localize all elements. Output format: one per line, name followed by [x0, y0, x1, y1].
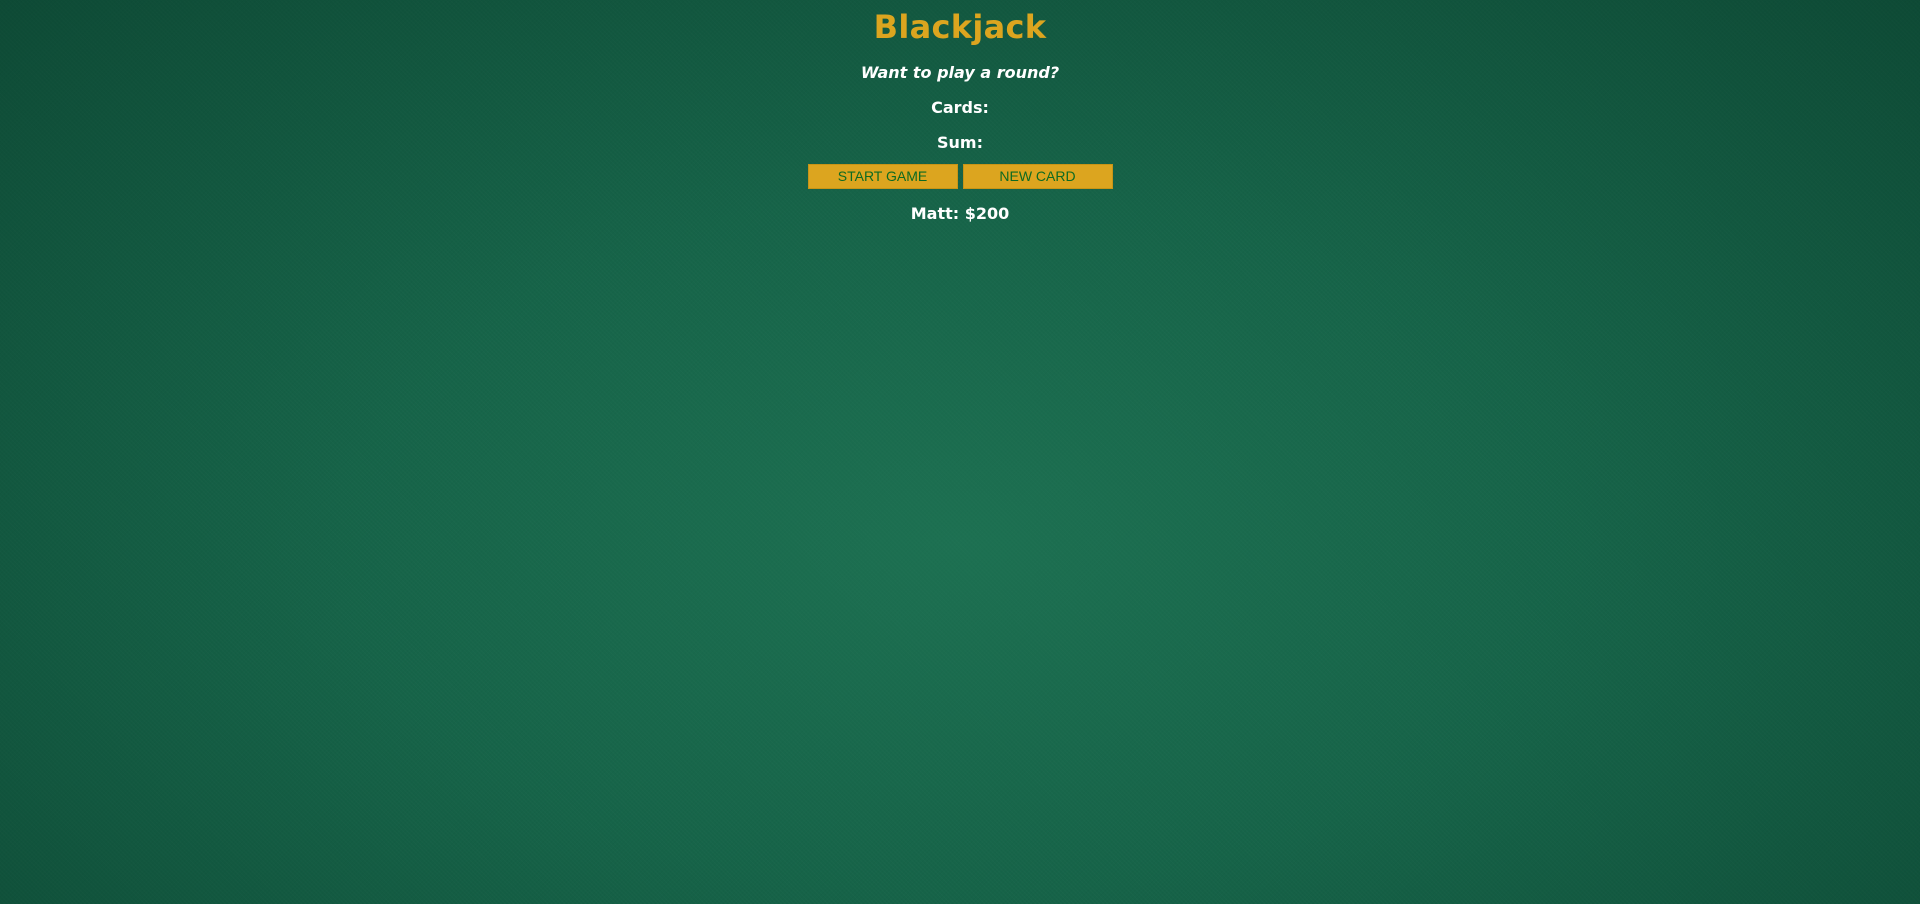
message-text: Want to play a round?	[860, 63, 1060, 82]
cards-label: Cards:	[931, 98, 989, 117]
start-game-button[interactable]: START GAME	[807, 164, 958, 189]
button-row: START GAME NEW CARD	[0, 164, 1920, 189]
game-title: Blackjack	[873, 8, 1047, 46]
game-table: Blackjack Want to play a round? Cards: S…	[0, 0, 1920, 904]
sum-label: Sum:	[937, 133, 983, 152]
new-card-button[interactable]: NEW CARD	[962, 164, 1113, 189]
player-balance: Matt: $200	[910, 204, 1010, 223]
